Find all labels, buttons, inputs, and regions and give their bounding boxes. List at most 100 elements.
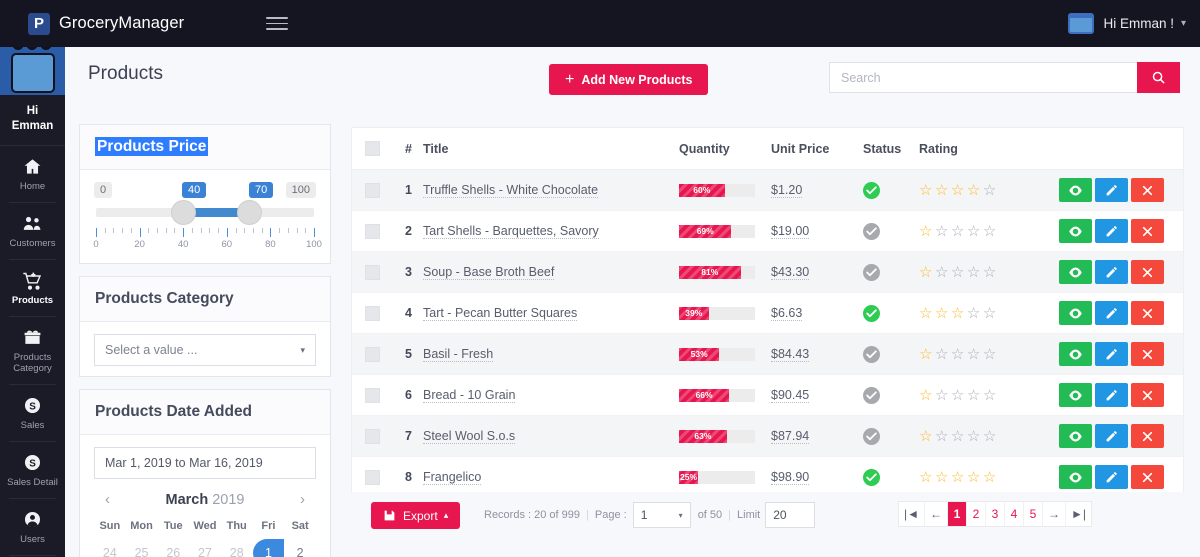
calendar-day[interactable]: 26: [157, 539, 189, 557]
row-checkbox[interactable]: [365, 346, 380, 362]
edit-button[interactable]: [1095, 424, 1128, 448]
rating-star[interactable]: ☆: [919, 182, 935, 199]
table-row[interactable]: 6 Bread - 10 Grain 66% $90.45 ☆☆☆☆☆: [352, 374, 1183, 416]
date-range-input[interactable]: Mar 1, 2019 to Mar 16, 2019: [94, 447, 316, 479]
delete-button[interactable]: [1131, 383, 1164, 407]
calendar-day[interactable]: 24: [94, 539, 126, 557]
view-button[interactable]: [1059, 219, 1092, 243]
chevron-left-icon[interactable]: ‹: [102, 491, 113, 508]
unit-price-link[interactable]: $19.00: [771, 224, 810, 239]
rating-star[interactable]: ☆: [919, 264, 935, 281]
rating-star[interactable]: ☆: [935, 223, 951, 240]
rating-star[interactable]: ☆: [983, 387, 999, 404]
view-button[interactable]: [1059, 178, 1092, 202]
table-row[interactable]: 2 Tart Shells - Barquettes, Savory 69% $19.…: [352, 210, 1183, 252]
rating-star[interactable]: ☆: [919, 223, 935, 240]
pagination-page-4[interactable]: 4: [1005, 502, 1024, 526]
calendar-day[interactable]: 27: [189, 539, 221, 557]
row-checkbox[interactable]: [365, 469, 380, 485]
product-title-link[interactable]: Frangelico: [423, 470, 482, 485]
view-button[interactable]: [1059, 301, 1092, 325]
rating-star[interactable]: ☆: [935, 305, 951, 322]
rating-star[interactable]: ☆: [983, 182, 999, 199]
price-slider-high-handle[interactable]: [236, 200, 262, 225]
sidebar-item-users[interactable]: Users: [0, 499, 65, 555]
unit-price-link[interactable]: $90.45: [771, 388, 810, 403]
table-row[interactable]: 3 Soup - Base Broth Beef 81% $43.30 ☆☆☆☆☆: [352, 251, 1183, 293]
table-row[interactable]: 5 Basil - Fresh 53% $84.43 ☆☆☆☆☆: [352, 333, 1183, 375]
table-row[interactable]: 4 Tart - Pecan Butter Squares 39% $6.63 ☆☆☆☆…: [352, 292, 1183, 334]
page-select[interactable]: 1 ▾: [632, 502, 691, 528]
rating-star[interactable]: ☆: [983, 469, 999, 486]
limit-input[interactable]: 20: [765, 502, 816, 528]
rating-star[interactable]: ☆: [967, 182, 983, 199]
pagination-first[interactable]: |◄: [899, 502, 925, 526]
unit-price-link[interactable]: $84.43: [771, 347, 810, 362]
search-input[interactable]: [829, 62, 1137, 93]
row-checkbox[interactable]: [365, 428, 380, 444]
add-new-products-button[interactable]: + Add New Products: [549, 64, 709, 95]
rating-star[interactable]: ☆: [967, 264, 983, 281]
rating-star[interactable]: ☆: [919, 305, 935, 322]
view-button[interactable]: [1059, 424, 1092, 448]
product-title-link[interactable]: Soup - Base Broth Beef: [423, 265, 555, 280]
rating-star[interactable]: ☆: [919, 428, 935, 445]
delete-button[interactable]: [1131, 424, 1164, 448]
delete-button[interactable]: [1131, 260, 1164, 284]
user-menu[interactable]: Hi Emman ! ▾: [1068, 0, 1186, 47]
rating-star[interactable]: ☆: [967, 346, 983, 363]
row-checkbox[interactable]: [365, 264, 380, 280]
row-checkbox[interactable]: [365, 182, 380, 198]
pagination-page-3[interactable]: 3: [986, 502, 1005, 526]
table-row[interactable]: 1 Truffle Shells - White Chocolate 60% $1.2…: [352, 169, 1183, 211]
edit-button[interactable]: [1095, 219, 1128, 243]
rating-star[interactable]: ☆: [967, 428, 983, 445]
rating-star[interactable]: ☆: [967, 469, 983, 486]
rating-star[interactable]: ☆: [967, 223, 983, 240]
sidebar-item-products[interactable]: Products: [0, 260, 65, 316]
view-button[interactable]: [1059, 342, 1092, 366]
export-button[interactable]: Export ▴: [371, 502, 461, 529]
product-title-link[interactable]: Truffle Shells - White Chocolate: [423, 183, 599, 198]
rating-star[interactable]: ☆: [935, 346, 951, 363]
pagination-prev[interactable]: ←: [925, 502, 948, 526]
product-title-link[interactable]: Basil - Fresh: [423, 347, 494, 362]
rating-star[interactable]: ☆: [935, 428, 951, 445]
column-header-title[interactable]: Title: [412, 128, 679, 170]
rating-star[interactable]: ☆: [919, 469, 935, 486]
rating-star[interactable]: ☆: [983, 223, 999, 240]
row-checkbox[interactable]: [365, 387, 380, 403]
view-button[interactable]: [1059, 465, 1092, 489]
rating-star[interactable]: ☆: [967, 387, 983, 404]
rating-star[interactable]: ☆: [951, 428, 967, 445]
category-select[interactable]: Select a value ... ▾: [94, 334, 316, 366]
delete-button[interactable]: [1131, 219, 1164, 243]
row-checkbox[interactable]: [365, 223, 380, 239]
calendar-day[interactable]: 1: [252, 539, 285, 557]
calendar-day[interactable]: 2: [284, 539, 316, 557]
edit-button[interactable]: [1095, 383, 1128, 407]
sidebar-item-sales-detail[interactable]: S Sales Detail: [0, 442, 65, 498]
rating-star[interactable]: ☆: [967, 305, 983, 322]
rating-star[interactable]: ☆: [935, 182, 951, 199]
unit-price-link[interactable]: $6.63: [771, 306, 803, 321]
edit-button[interactable]: [1095, 465, 1128, 489]
product-title-link[interactable]: Tart - Pecan Butter Squares: [423, 306, 578, 321]
brand[interactable]: P GroceryManager: [28, 12, 184, 35]
rating-star[interactable]: ☆: [983, 428, 999, 445]
rating-star[interactable]: ☆: [919, 387, 935, 404]
column-header-unit-price[interactable]: Unit Price: [771, 128, 863, 170]
product-title-link[interactable]: Steel Wool S.o.s: [423, 429, 516, 444]
rating-star[interactable]: ☆: [951, 264, 967, 281]
table-row[interactable]: 7 Steel Wool S.o.s 63% $87.94 ☆☆☆☆☆: [352, 415, 1183, 457]
product-title-link[interactable]: Tart Shells - Barquettes, Savory: [423, 224, 599, 239]
delete-button[interactable]: [1131, 178, 1164, 202]
price-slider-low-handle[interactable]: [171, 200, 197, 225]
rating-star[interactable]: ☆: [935, 264, 951, 281]
rating-star[interactable]: ☆: [951, 182, 967, 199]
rating-star[interactable]: ☆: [983, 264, 999, 281]
product-title-link[interactable]: Bread - 10 Grain: [423, 388, 516, 403]
rating-star[interactable]: ☆: [919, 346, 935, 363]
rating-star[interactable]: ☆: [935, 387, 951, 404]
pagination-next[interactable]: →: [1043, 502, 1066, 526]
